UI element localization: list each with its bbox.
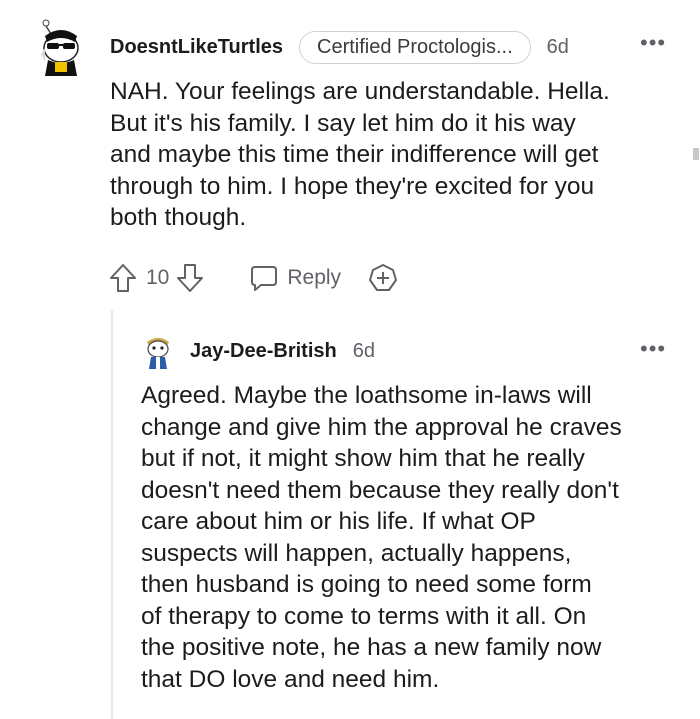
upvote-icon[interactable] — [108, 262, 138, 294]
user-flair: Certified Proctologis... — [299, 30, 531, 64]
reply-body: Agreed. Maybe the loathsome in-laws will… — [141, 382, 622, 693]
downvote-icon[interactable] — [175, 262, 205, 294]
comment-age: 6d — [546, 35, 569, 58]
more-options-icon[interactable]: ••• — [640, 336, 666, 362]
user-avatar[interactable] — [37, 18, 83, 78]
reply-bubble-icon — [249, 263, 279, 293]
reply-button[interactable]: Reply — [249, 263, 341, 293]
comment-username[interactable]: DoesntLikeTurtles — [110, 36, 283, 59]
scrollbar[interactable] — [693, 148, 699, 160]
reply-age: 6d — [352, 339, 375, 362]
vote-count: 10 — [146, 266, 170, 289]
more-options-icon[interactable]: ••• — [640, 30, 666, 56]
reply-header: Jay-Dee-British 6d — [190, 336, 375, 366]
comment-actions: 10 Reply — [108, 260, 399, 296]
thread-line[interactable] — [111, 310, 113, 719]
add-award-icon[interactable] — [367, 262, 399, 294]
reply-label: Reply — [287, 266, 342, 289]
reply-username[interactable]: Jay-Dee-British — [190, 340, 337, 363]
comment-header: DoesntLikeTurtles Certified Proctologis.… — [110, 30, 569, 64]
comment-body: NAH. Your feelings are understandable. H… — [110, 78, 610, 231]
reply-user-avatar[interactable] — [142, 334, 174, 370]
